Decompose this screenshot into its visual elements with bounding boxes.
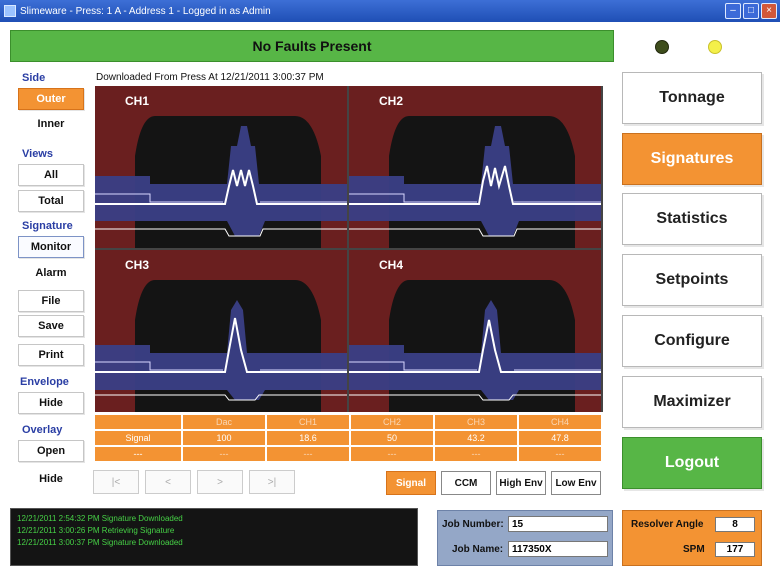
statistics-button[interactable]: Statistics: [622, 193, 762, 245]
job-number-label: Job Number:: [442, 519, 504, 530]
maximize-icon[interactable]: □: [743, 3, 759, 19]
window-titlebar: Slimeware - Press: 1 A - Address 1 - Log…: [0, 0, 780, 22]
first-page-button[interactable]: |<: [93, 470, 139, 494]
signature-label: Signature: [22, 220, 73, 232]
fault-status-bar: No Faults Present: [10, 30, 614, 62]
channel-plot: CH3: [95, 250, 347, 412]
resolver-angle-value: 8: [715, 517, 755, 532]
table-cell: ---: [183, 447, 265, 461]
high-env-mode-button[interactable]: High Env: [496, 471, 546, 495]
job-name-label: Job Name:: [452, 544, 504, 555]
resolver-angle-label: Resolver Angle: [631, 519, 704, 530]
setpoints-button[interactable]: Setpoints: [622, 254, 762, 306]
log-entry: 12/21/2011 3:00:37 PM Signature Download…: [17, 538, 183, 547]
signatures-button[interactable]: Signatures: [622, 133, 762, 185]
table-cell: 18.6: [267, 431, 349, 445]
channel-plot-graphic: [95, 86, 347, 248]
table-cell: 47.8: [519, 431, 601, 445]
table-header-row: Dac CH1 CH2 CH3 CH4: [95, 415, 603, 429]
side-label: Side: [22, 72, 46, 84]
channel-plot: CH4: [349, 250, 601, 412]
app-icon: [4, 5, 16, 17]
alarm-button[interactable]: Alarm: [18, 263, 84, 283]
ccm-mode-button[interactable]: CCM: [441, 471, 491, 495]
low-env-mode-button[interactable]: Low Env: [551, 471, 601, 495]
table-header-cell: CH2: [351, 415, 433, 429]
signal-table: Dac CH1 CH2 CH3 CH4 Signal 100 18.6 50 4…: [95, 415, 603, 463]
previous-page-button[interactable]: <: [145, 470, 191, 494]
resolver-panel: Resolver Angle 8 SPM 177: [622, 510, 762, 566]
channel-plot-graphic: [349, 86, 601, 248]
fault-status-text: No Faults Present: [252, 38, 372, 54]
signal-mode-button[interactable]: Signal: [386, 471, 436, 495]
table-cell: ---: [95, 447, 181, 461]
download-timestamp: Downloaded From Press At 12/21/2011 3:00…: [96, 72, 324, 83]
channel-label: CH2: [379, 94, 404, 108]
channel-label: CH3: [125, 258, 150, 272]
spm-value: 177: [715, 542, 755, 557]
channel-plot-graphic: [95, 250, 347, 412]
event-log: 12/21/2011 2:54:32 PM Signature Download…: [10, 508, 418, 566]
print-button[interactable]: Print: [18, 344, 84, 366]
table-header-cell: CH4: [519, 415, 601, 429]
envelope-label: Envelope: [20, 376, 69, 388]
spm-label: SPM: [683, 544, 705, 555]
last-page-button[interactable]: >|: [249, 470, 295, 494]
window-controls: – □ ×: [725, 3, 777, 19]
job-info-panel: Job Number: 15 Job Name: 117350X: [437, 510, 613, 566]
table-cell: ---: [267, 447, 349, 461]
minimize-icon[interactable]: –: [725, 3, 741, 19]
channel-plot: CH2: [349, 86, 601, 248]
channel-plot: CH1: [95, 86, 347, 248]
channel-label: CH1: [125, 94, 150, 108]
log-entry: 12/21/2011 3:00:26 PM Retrieving Signatu…: [17, 526, 175, 535]
configure-button[interactable]: Configure: [622, 315, 762, 367]
overlay-open-button[interactable]: Open: [18, 440, 84, 462]
logout-button[interactable]: Logout: [622, 437, 762, 489]
table-header-cell: CH1: [267, 415, 349, 429]
table-cell: 50: [351, 431, 433, 445]
close-icon[interactable]: ×: [761, 3, 777, 19]
total-button[interactable]: Total: [18, 190, 84, 212]
signature-plot-area: CH1 CH2 CH3 CH4: [95, 86, 603, 412]
status-lamp-green-icon: [655, 40, 669, 54]
monitor-button[interactable]: Monitor: [18, 236, 84, 258]
channel-plot-graphic: [349, 250, 601, 412]
envelope-hide-button[interactable]: Hide: [18, 392, 84, 414]
inner-button[interactable]: Inner: [18, 114, 84, 134]
table-cell: ---: [435, 447, 517, 461]
table-cell: ---: [519, 447, 601, 461]
window-title: Slimeware - Press: 1 A - Address 1 - Log…: [20, 5, 271, 17]
table-header-cell: [95, 415, 181, 429]
table-row: --- --- --- --- --- ---: [95, 447, 603, 461]
overlay-hide-button[interactable]: Hide: [18, 469, 84, 489]
channel-label: CH4: [379, 258, 404, 272]
table-cell: ---: [351, 447, 433, 461]
table-row: Signal 100 18.6 50 43.2 47.8: [95, 431, 603, 445]
table-cell: 100: [183, 431, 265, 445]
job-number-field[interactable]: 15: [508, 516, 608, 532]
overlay-label: Overlay: [22, 424, 63, 436]
next-page-button[interactable]: >: [197, 470, 243, 494]
views-label: Views: [22, 148, 53, 160]
table-header-cell: CH3: [435, 415, 517, 429]
table-header-cell: Dac: [183, 415, 265, 429]
table-row-label: Signal: [95, 431, 181, 445]
log-entry: 12/21/2011 2:54:32 PM Signature Download…: [17, 514, 183, 523]
outer-button[interactable]: Outer: [18, 88, 84, 110]
all-button[interactable]: All: [18, 164, 84, 186]
file-button[interactable]: File: [18, 290, 84, 312]
tonnage-button[interactable]: Tonnage: [622, 72, 762, 124]
table-cell: 43.2: [435, 431, 517, 445]
job-name-field[interactable]: 117350X: [508, 541, 608, 557]
status-lamp-yellow-icon: [708, 40, 722, 54]
save-button[interactable]: Save: [18, 315, 84, 337]
maximizer-button[interactable]: Maximizer: [622, 376, 762, 428]
